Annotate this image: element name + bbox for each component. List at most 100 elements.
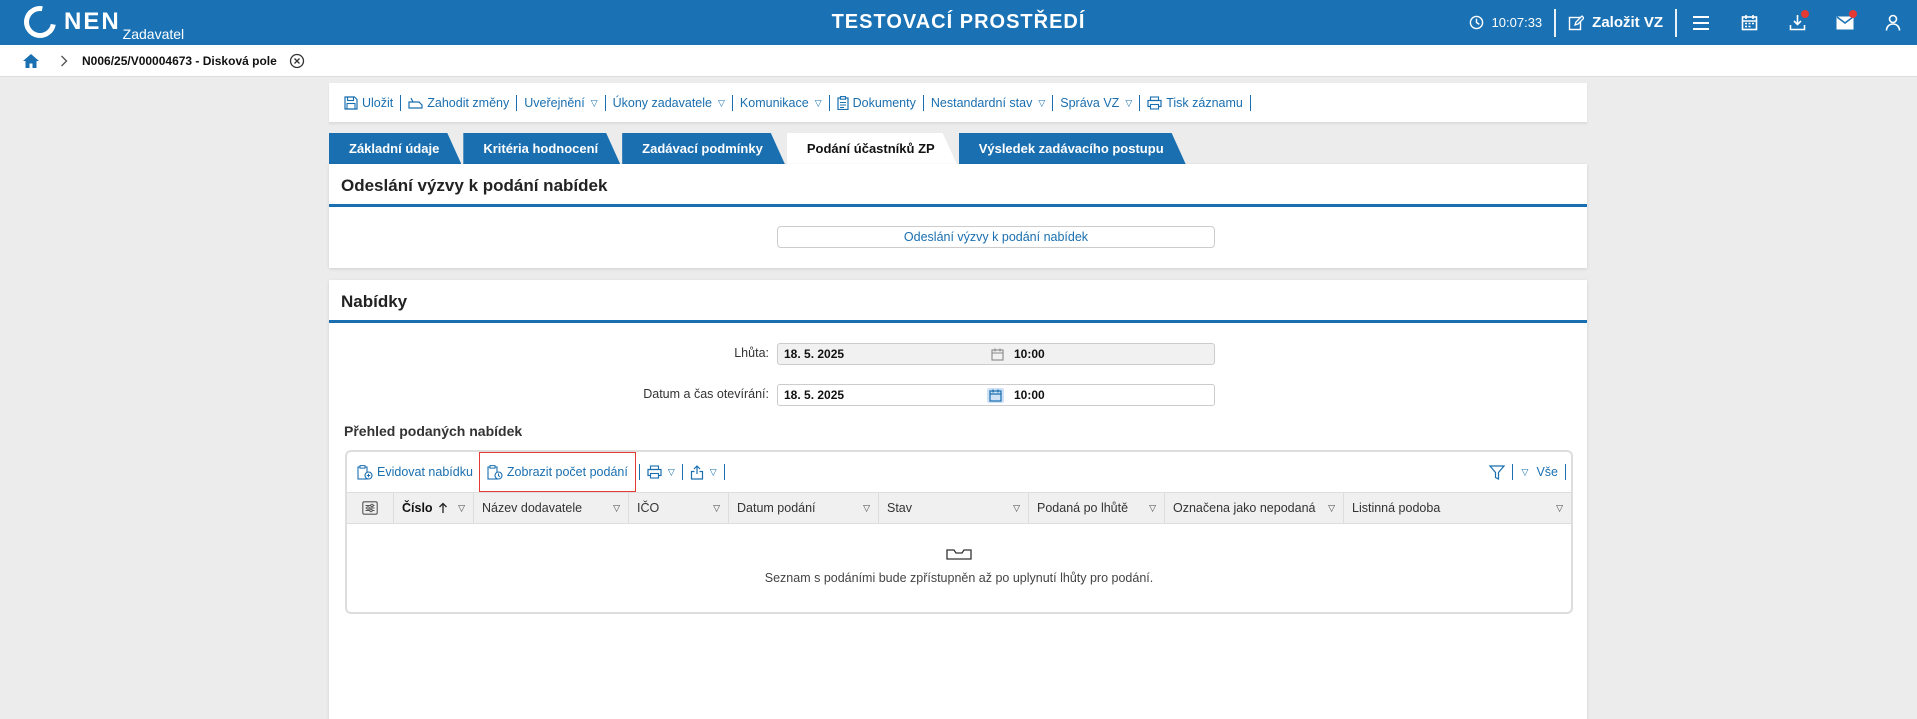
manage-label: Správa VZ [1060,95,1120,110]
dropdown-triangle-icon: ▽ [709,466,717,477]
column-label: Listinná podoba [1352,501,1441,515]
publish-menu[interactable]: Uveřejnění ▽ [517,94,606,111]
column-header-supplier-name[interactable]: Název dodavatele ▽ [474,493,629,523]
clock-time: 10:07:33 [1491,15,1543,30]
documents-button[interactable]: Dokumenty [830,94,924,111]
opening-field[interactable]: 18. 5. 2025 10:00 [777,384,1215,406]
logo-subtitle: Zadavatel [122,26,185,42]
column-header-submission-date[interactable]: Datum podání ▽ [729,493,879,523]
communication-label: Komunikace [739,95,809,110]
save-button[interactable]: Uložit [337,94,402,111]
tab-procedure-result[interactable]: Výsledek zadávacího postupu [959,133,1186,164]
tab-evaluation-criteria[interactable]: Kritéria hodnocení [463,133,620,164]
column-filter-icon[interactable]: ▽ [458,503,465,514]
column-header-state[interactable]: Stav ▽ [879,493,1029,523]
discard-label: Zahodit změny [427,95,510,110]
printer-icon [647,465,662,479]
grid-header: Číslo ▽ Název dodavatele ▽ IČO ▽ Datum p… [347,492,1571,524]
toolbar-divider [638,464,640,480]
opening-calendar-button[interactable] [987,387,1004,403]
column-header-number[interactable]: Číslo ▽ [394,493,474,523]
grid-filter-button[interactable] [1485,452,1509,492]
grid-view-selector[interactable]: ▽ Vše [1516,452,1562,492]
nonstandard-state-menu[interactable]: Nestandardní stav ▽ [924,94,1054,111]
column-filter-icon[interactable]: ▽ [1556,503,1563,514]
documents-icon [837,95,849,110]
grid-toolbar: Evidovat nabídku Zobrazit počet podání ▽… [347,452,1571,492]
main-content: Uložit Zahodit změny Uveřejnění ▽ Úkony z… [329,83,1587,719]
record-toolbar: Uložit Zahodit změny Uveřejnění ▽ Úkony z… [329,83,1587,123]
sort-ascending-icon [438,502,447,513]
grid-export-menu[interactable]: ▽ [686,452,721,492]
tab-participant-submissions[interactable]: Podání účastníků ZP [787,133,957,164]
column-header-paper-form[interactable]: Listinná podoba ▽ [1344,493,1571,523]
documents-label: Dokumenty [852,95,916,110]
register-offer-label: Evidovat nabídku [377,465,473,479]
send-invitation-button[interactable]: Odeslání výzvy k podání nabídek [777,226,1215,248]
dropdown-triangle-icon: ▽ [1521,466,1529,477]
communication-menu[interactable]: Komunikace ▽ [733,94,830,111]
messages-button[interactable] [1821,0,1869,45]
manage-vz-menu[interactable]: Správa VZ ▽ [1053,94,1141,111]
column-settings-button[interactable] [347,493,394,523]
show-submission-count-button[interactable]: Zobrazit počet podání [478,452,636,492]
print-record-button[interactable]: Tisk záznamu [1140,94,1251,111]
grid-empty-state: Seznam s podáními bude zpřístupněn až po… [347,524,1571,585]
user-icon [1885,14,1901,31]
user-button[interactable] [1869,0,1917,45]
column-label: Označena jako nepodaná [1173,501,1316,515]
empty-tray-icon [946,549,972,560]
downloads-button[interactable] [1773,0,1821,45]
actions-label: Úkony zadavatele [612,95,712,110]
top-bar: NEN Zadavatel TESTOVACÍ PROSTŘEDÍ 10:07:… [0,0,1917,45]
column-label: IČO [637,501,660,515]
offers-panel-title: Nabídky [329,280,1587,323]
column-header-ico[interactable]: IČO ▽ [629,493,729,523]
print-label: Tisk záznamu [1166,95,1243,110]
grid-view-label: Vše [1536,465,1558,479]
close-icon[interactable] [289,53,305,69]
publish-label: Uveřejnění [524,95,585,110]
column-filter-icon[interactable]: ▽ [1013,503,1020,514]
register-offer-icon [357,464,373,480]
deadline-time: 10:00 [1014,347,1045,361]
toolbar-divider [1511,464,1513,480]
column-filter-icon[interactable]: ▽ [613,503,620,514]
dropdown-triangle-icon: ▽ [667,466,675,477]
tab-label: Zadávací podmínky [642,141,763,156]
discard-changes-button[interactable]: Zahodit změny [401,94,518,111]
column-filter-icon[interactable]: ▽ [713,503,720,514]
opening-row: Datum a čas otevírání: 18. 5. 2025 10:00 [329,384,1587,406]
invitation-panel: Odeslání výzvy k podání nabídek Odeslání… [329,164,1587,268]
breadcrumb-current[interactable]: N006/25/V00004673 - Disková pole [82,54,277,68]
actions-menu[interactable]: Úkony zadavatele ▽ [606,94,733,111]
deadline-field: 18. 5. 2025 10:00 [777,343,1215,365]
nen-logo[interactable]: NEN Zadavatel [17,0,185,45]
column-filter-icon[interactable]: ▽ [1149,503,1156,514]
logo-text: NEN [64,8,121,35]
grid-print-menu[interactable]: ▽ [643,452,679,492]
show-submission-count-label: Zobrazit počet podání [506,465,628,479]
edit-icon [1568,14,1585,30]
column-filter-icon[interactable]: ▽ [1328,503,1335,514]
calendar-icon [991,348,1004,361]
opening-date: 18. 5. 2025 [784,388,845,402]
tab-basic-info[interactable]: Základní údaje [329,133,461,164]
calendar-button[interactable] [1725,0,1773,45]
tab-tender-conditions[interactable]: Zadávací podmínky [622,133,785,164]
tab-label: Kritéria hodnocení [483,141,599,156]
deadline-date: 18. 5. 2025 [784,347,845,361]
home-icon[interactable] [22,53,40,69]
column-header-late-submission[interactable]: Podaná po lhůtě ▽ [1029,493,1165,523]
new-vz-button[interactable]: Založit VZ [1556,14,1675,31]
menu-icon [1693,15,1709,30]
menu-button[interactable] [1677,0,1725,45]
column-label: Stav [887,501,913,515]
save-label: Uložit [362,95,394,110]
register-offer-button[interactable]: Evidovat nabídku [353,452,477,492]
column-filter-icon[interactable]: ▽ [863,503,870,514]
printer-icon [1147,95,1162,110]
column-header-marked-not-submitted[interactable]: Označena jako nepodaná ▽ [1165,493,1344,523]
mail-notification-dot [1849,10,1857,18]
invitation-panel-title: Odeslání výzvy k podání nabídek [329,164,1587,207]
